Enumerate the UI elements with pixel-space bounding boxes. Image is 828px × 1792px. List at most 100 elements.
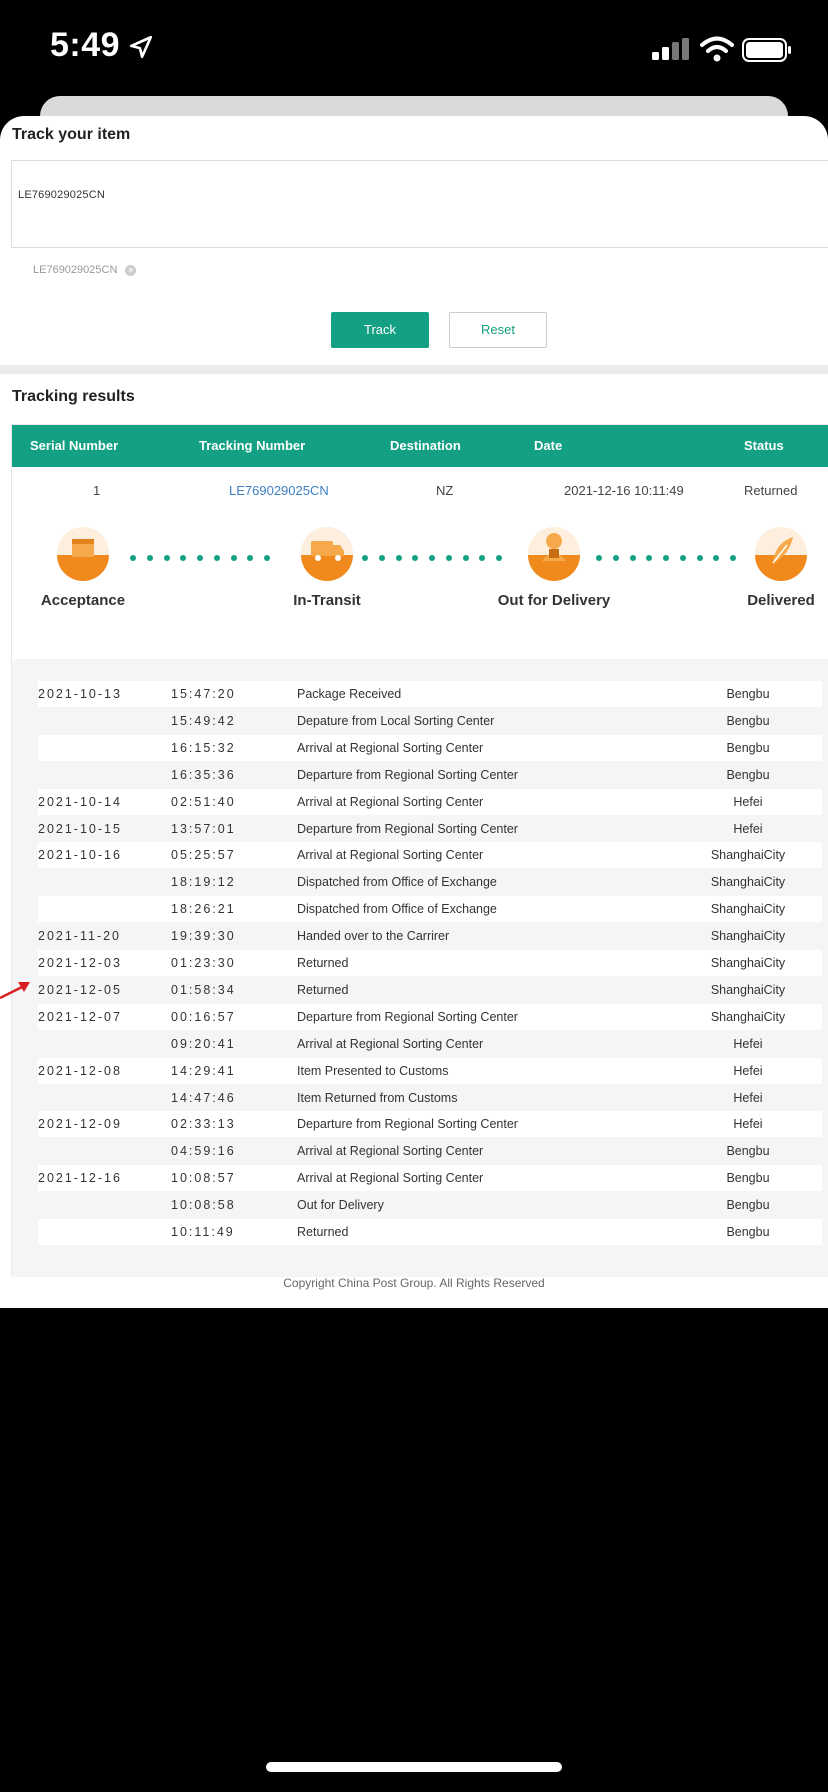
event-description: Item Returned from Customs	[297, 1090, 458, 1105]
event-row: 2021-10-16 05:25:57 Arrival at Regional So…	[38, 842, 822, 869]
track-button[interactable]: Track	[331, 312, 429, 348]
event-description: Departure from Regional Sorting Center	[297, 1117, 518, 1132]
event-location: Bengbu	[726, 740, 770, 755]
battery-icon	[742, 38, 791, 62]
event-location: Bengbu	[726, 1144, 770, 1159]
event-location: ShanghaiCity	[710, 982, 786, 997]
event-description: Arrival at Regional Sorting Center	[297, 848, 484, 863]
red-arrow-icon	[0, 982, 30, 1000]
event-row: 2021-12-07 00:16:57 Departure from Regiona…	[38, 1003, 822, 1030]
event-location: Bengbu	[726, 767, 770, 782]
signal-icon	[652, 38, 689, 60]
event-time: 18:26:21	[171, 902, 236, 917]
event-row: 18:26:21 Dispatched from Office of Exchan…	[38, 896, 822, 923]
event-date: 2021-12-03	[38, 956, 122, 970]
result-date: 2021-12-16 10:11:49	[564, 483, 684, 498]
stage-acceptance: Acceptance	[23, 525, 143, 609]
box-icon	[57, 527, 109, 581]
event-row: 15:49:42 Depature from Local Sorting Cent…	[38, 708, 822, 734]
event-row: 2021-10-13 15:47:20 Package Received Bengbu	[38, 681, 822, 707]
event-row: 09:20:41 Arrival at Regional Sorting Cent…	[38, 1031, 822, 1057]
event-time: 10:11:49	[171, 1225, 235, 1239]
event-location: Bengbu	[726, 1198, 770, 1213]
event-date: 2021-12-16	[38, 1171, 122, 1186]
event-row: 10:11:49 Returned Bengbu	[38, 1219, 822, 1245]
tracking-sheet: Track your item LE769029025CN LE76902902…	[0, 116, 828, 1308]
event-row: 18:19:12 Dispatched from Office of Exchan…	[38, 869, 822, 895]
stage-out-for-delivery: Out for Delivery	[494, 525, 614, 609]
event-time: 13:57:01	[171, 821, 236, 836]
event-time: 18:19:12	[171, 875, 236, 890]
stage-in-transit: In-Transit	[267, 525, 387, 609]
event-location: ShanghaiCity	[710, 902, 786, 917]
tracking-input[interactable]: LE769029025CN	[11, 160, 828, 248]
progress-dots-3	[596, 555, 736, 561]
event-row: 14:47:46 Item Returned from Customs Hefei	[38, 1085, 822, 1111]
event-description: Arrival at Regional Sorting Center	[297, 1171, 484, 1186]
stage-label-out-for-delivery: Out for Delivery	[497, 592, 611, 609]
event-location: Bengbu	[726, 1225, 770, 1239]
status-bar: 5:49	[0, 0, 828, 100]
event-time: 01:58:34	[171, 982, 236, 997]
stage-label-acceptance: Acceptance	[40, 592, 126, 609]
col-destination: Destination	[390, 438, 461, 453]
tracking-chip: LE769029025CN ✕	[33, 264, 137, 276]
event-description: Depature from Local Sorting Center	[297, 713, 495, 728]
col-serial-number: Serial Number	[30, 438, 119, 453]
section-divider	[0, 365, 828, 374]
event-description: Package Received	[297, 687, 402, 701]
home-indicator[interactable]	[266, 1762, 562, 1772]
result-status: Returned	[744, 483, 798, 498]
status-time: 5:49	[50, 26, 121, 64]
progress-dots-2	[362, 555, 502, 561]
event-description: Arrival at Regional Sorting Center	[297, 1144, 484, 1159]
event-time: 19:39:30	[171, 929, 236, 944]
result-tracking-link[interactable]: LE769029025CN	[229, 483, 329, 498]
event-description: Arrival at Regional Sorting Center	[297, 740, 484, 755]
result-destination: NZ	[436, 483, 454, 498]
close-icon[interactable]: ✕	[125, 264, 137, 276]
tracking-chip-label: LE769029025CN	[33, 264, 118, 276]
event-location: Hefei	[733, 1036, 763, 1051]
results-panel: Serial Number Tracking Number Destinatio…	[11, 424, 828, 1277]
results-table-header: Serial Number Tracking Number Destinatio…	[12, 425, 828, 467]
event-date: 2021-12-05	[38, 982, 122, 997]
event-location: ShanghaiCity	[710, 1009, 786, 1024]
event-time: 15:49:42	[171, 713, 236, 728]
feather-icon	[755, 527, 807, 581]
col-status: Status	[744, 438, 784, 453]
event-date: 2021-10-15	[38, 821, 122, 836]
event-row: 2021-12-03 01:23:30 Returned ShanghaiCity	[38, 950, 822, 976]
event-description: Dispatched from Office of Exchange	[297, 875, 497, 890]
event-row: 2021-11-20 19:39:30 Handed over to the Car…	[38, 923, 822, 949]
event-time: 02:33:13	[171, 1117, 236, 1132]
courier-icon	[528, 527, 580, 581]
event-time: 10:08:58	[171, 1198, 236, 1213]
event-row: 16:35:36 Departure from Regional Sorting …	[38, 762, 822, 788]
tracking-input-value: LE769029025CN	[18, 189, 106, 201]
event-description: Handed over to the Carrirer	[297, 929, 450, 944]
event-location: ShanghaiCity	[710, 956, 786, 970]
event-row: 2021-12-05 01:58:34 Returned ShanghaiCity	[38, 977, 822, 1003]
event-location: ShanghaiCity	[710, 848, 786, 863]
stage-delivered: Delivered	[721, 525, 828, 609]
event-time: 02:51:40	[171, 794, 236, 809]
event-location: ShanghaiCity	[710, 875, 786, 890]
results-title: Tracking results	[12, 388, 135, 405]
stage-label-delivered: Delivered	[747, 592, 815, 609]
event-description: Arrival at Regional Sorting Center	[297, 794, 484, 809]
event-location: Hefei	[733, 1063, 763, 1078]
event-date: 2021-12-07	[38, 1009, 122, 1024]
event-row: 2021-12-08 14:29:41 Item Presented to Cust…	[38, 1057, 822, 1084]
event-location: Hefei	[733, 1090, 763, 1105]
event-description: Arrival at Regional Sorting Center	[297, 1036, 484, 1051]
col-tracking-number: Tracking Number	[199, 438, 306, 453]
reset-button[interactable]: Reset	[449, 312, 547, 348]
event-date: 2021-10-16	[38, 848, 122, 863]
event-time: 04:59:16	[171, 1144, 236, 1159]
event-date: 2021-12-08	[38, 1063, 122, 1078]
event-description: Departure from Regional Sorting Center	[297, 821, 518, 836]
event-time: 10:08:57	[171, 1171, 236, 1186]
result-serial: 1	[93, 483, 101, 498]
event-location: ShanghaiCity	[710, 929, 786, 944]
